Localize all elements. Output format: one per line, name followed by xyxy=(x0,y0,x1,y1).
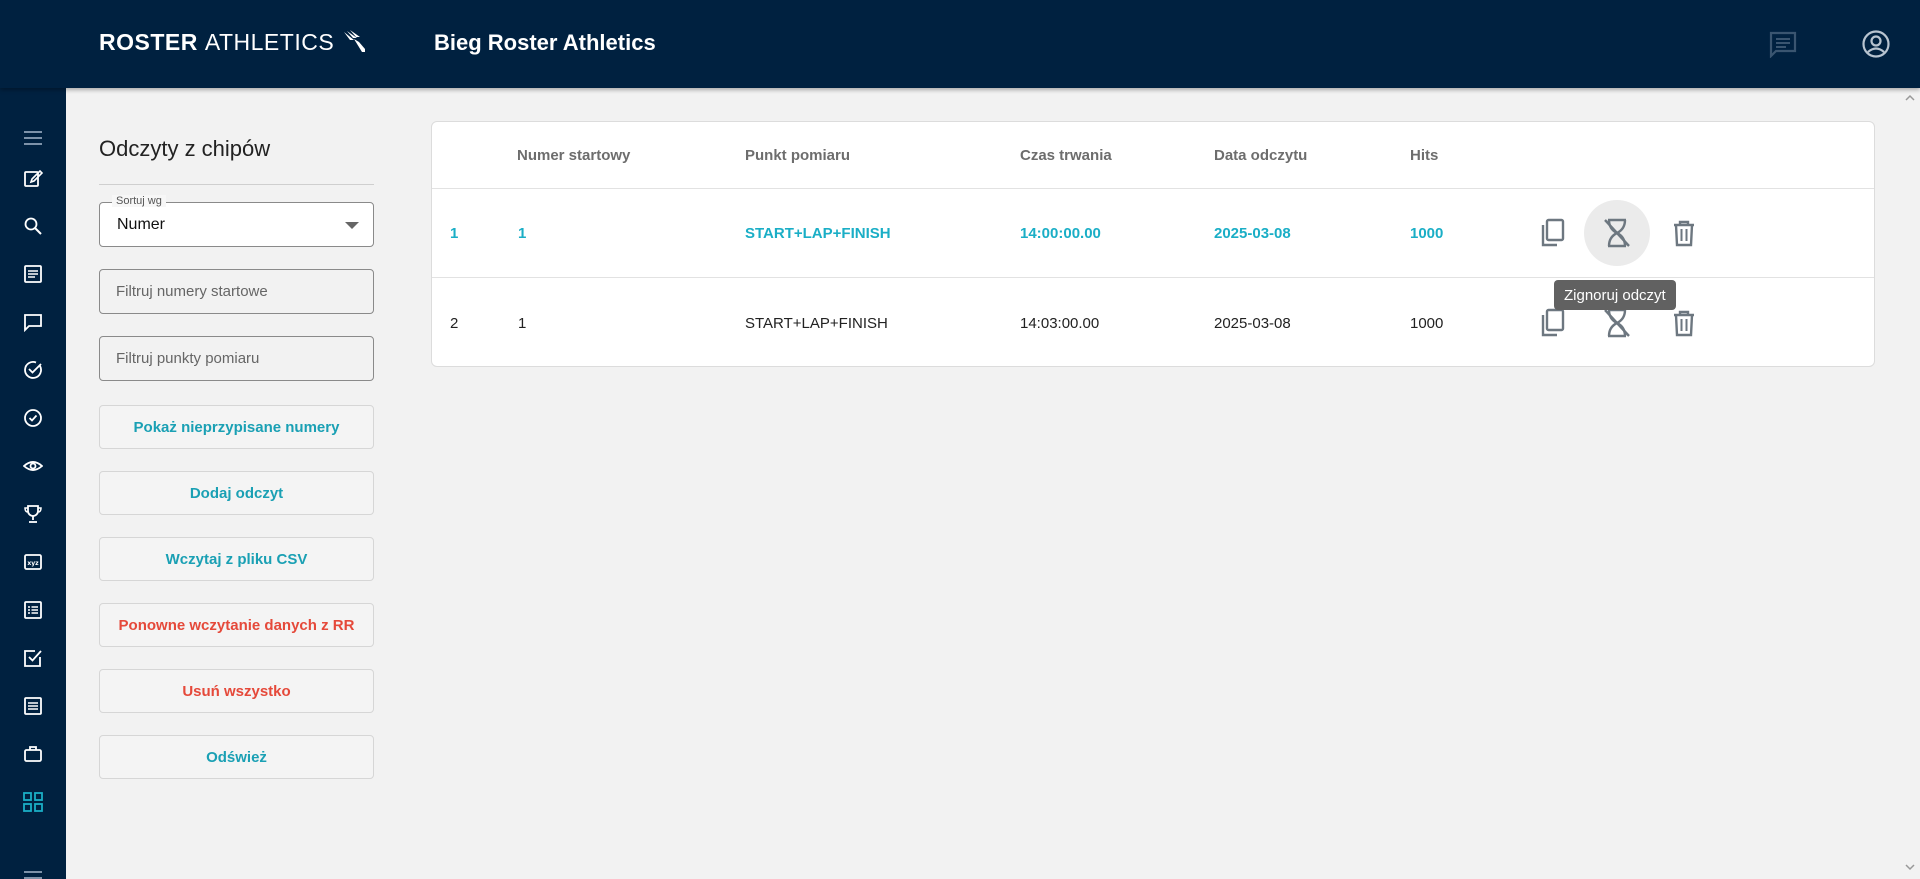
sort-value: Numer xyxy=(117,216,166,233)
sort-label: Sortuj wg xyxy=(112,195,166,207)
table-header: Numer startowy Punkt pomiaru Czas trwani… xyxy=(432,122,1874,189)
row-point: START+LAP+FINISH xyxy=(745,225,891,242)
row-hits: 1000 xyxy=(1410,315,1444,332)
panel-title: Odczyty z chipów xyxy=(99,136,271,161)
row-index: 1 xyxy=(450,225,459,242)
svg-text:xyz: xyz xyxy=(27,560,39,567)
row-hits: 1000 xyxy=(1410,225,1444,242)
sidebar: xyz xyxy=(0,88,66,879)
list-icon[interactable] xyxy=(19,260,47,288)
copy-icon[interactable] xyxy=(1530,211,1574,255)
chat-icon[interactable] xyxy=(19,308,47,336)
check-outline-icon[interactable] xyxy=(19,404,47,432)
row-bib: 1 xyxy=(518,225,527,242)
row-duration: 14:00:00.00 xyxy=(1020,225,1101,242)
menu-icon[interactable] xyxy=(19,124,47,152)
dropdown-arrow-icon xyxy=(345,222,359,229)
delete-all-button[interactable]: Usuń wszystko xyxy=(99,669,374,713)
tooltip: Zignoruj odczyt xyxy=(1554,280,1676,310)
account-icon[interactable] xyxy=(1859,27,1893,61)
chat-icon[interactable] xyxy=(1766,27,1800,61)
filter-panel: Odczyty z chipów Sortuj wg Numer Pokaż n… xyxy=(99,120,374,779)
ignore-icon[interactable] xyxy=(1584,200,1650,266)
logo[interactable]: ROSTER ATHLETICS xyxy=(99,28,368,56)
table-row[interactable]: 1 1 START+LAP+FINISH 14:00:00.00 2025-03… xyxy=(432,189,1874,278)
column-header-point: Punkt pomiaru xyxy=(745,147,851,164)
panel-divider xyxy=(99,184,374,185)
show-unassigned-button[interactable]: Pokaż nieprzypisane numery xyxy=(99,405,374,449)
delete-icon[interactable] xyxy=(1662,211,1706,255)
reads-table: Numer startowy Punkt pomiaru Czas trwani… xyxy=(431,121,1875,367)
logo-bold-text: ROSTER xyxy=(99,28,198,55)
column-header-hits: Hits xyxy=(1410,147,1439,164)
top-bar: ROSTER ATHLETICS Bieg Roster Athletics xyxy=(0,0,1920,88)
menu-bottom-icon[interactable] xyxy=(19,864,47,879)
row-duration: 14:03:00.00 xyxy=(1020,315,1100,332)
edit-icon[interactable] xyxy=(19,164,47,192)
search-icon[interactable] xyxy=(19,212,47,240)
column-header-date: Data odczytu xyxy=(1214,147,1308,164)
checkbox-icon[interactable] xyxy=(19,644,47,672)
event-title: Bieg Roster Athletics xyxy=(434,30,656,55)
winged-shoe-icon xyxy=(344,30,366,52)
reload-rr-button[interactable]: Ponowne wczytanie danych z RR xyxy=(99,603,374,647)
scroll-up-icon[interactable] xyxy=(1904,93,1916,103)
eye-icon[interactable] xyxy=(19,452,47,480)
trophy-icon[interactable] xyxy=(19,500,47,528)
xyz-icon[interactable]: xyz xyxy=(19,548,47,576)
filter-measure-points-input[interactable] xyxy=(99,336,374,381)
grid-icon[interactable] xyxy=(19,788,47,816)
row-date: 2025-03-08 xyxy=(1214,225,1291,242)
row-index: 2 xyxy=(450,315,459,332)
column-header-bib: Numer startowy xyxy=(517,147,631,164)
add-read-button[interactable]: Dodaj odczyt xyxy=(99,471,374,515)
scroll-down-icon[interactable] xyxy=(1904,862,1916,872)
row-point: START+LAP+FINISH xyxy=(745,315,888,332)
filter-start-numbers-input[interactable] xyxy=(99,269,374,314)
briefcase-icon[interactable] xyxy=(19,740,47,768)
sort-select[interactable]: Sortuj wg Numer xyxy=(99,195,374,247)
document-icon[interactable] xyxy=(19,692,47,720)
load-csv-button[interactable]: Wczytaj z pliku CSV xyxy=(99,537,374,581)
logo-light-text: ATHLETICS xyxy=(204,28,335,55)
column-header-duration: Czas trwania xyxy=(1020,147,1112,164)
row-bib: 1 xyxy=(518,315,527,332)
refresh-button[interactable]: Odśwież xyxy=(99,735,374,779)
row-date: 2025-03-08 xyxy=(1214,315,1291,332)
numbered-list-icon[interactable] xyxy=(19,596,47,624)
check-circle-icon[interactable] xyxy=(19,356,47,384)
